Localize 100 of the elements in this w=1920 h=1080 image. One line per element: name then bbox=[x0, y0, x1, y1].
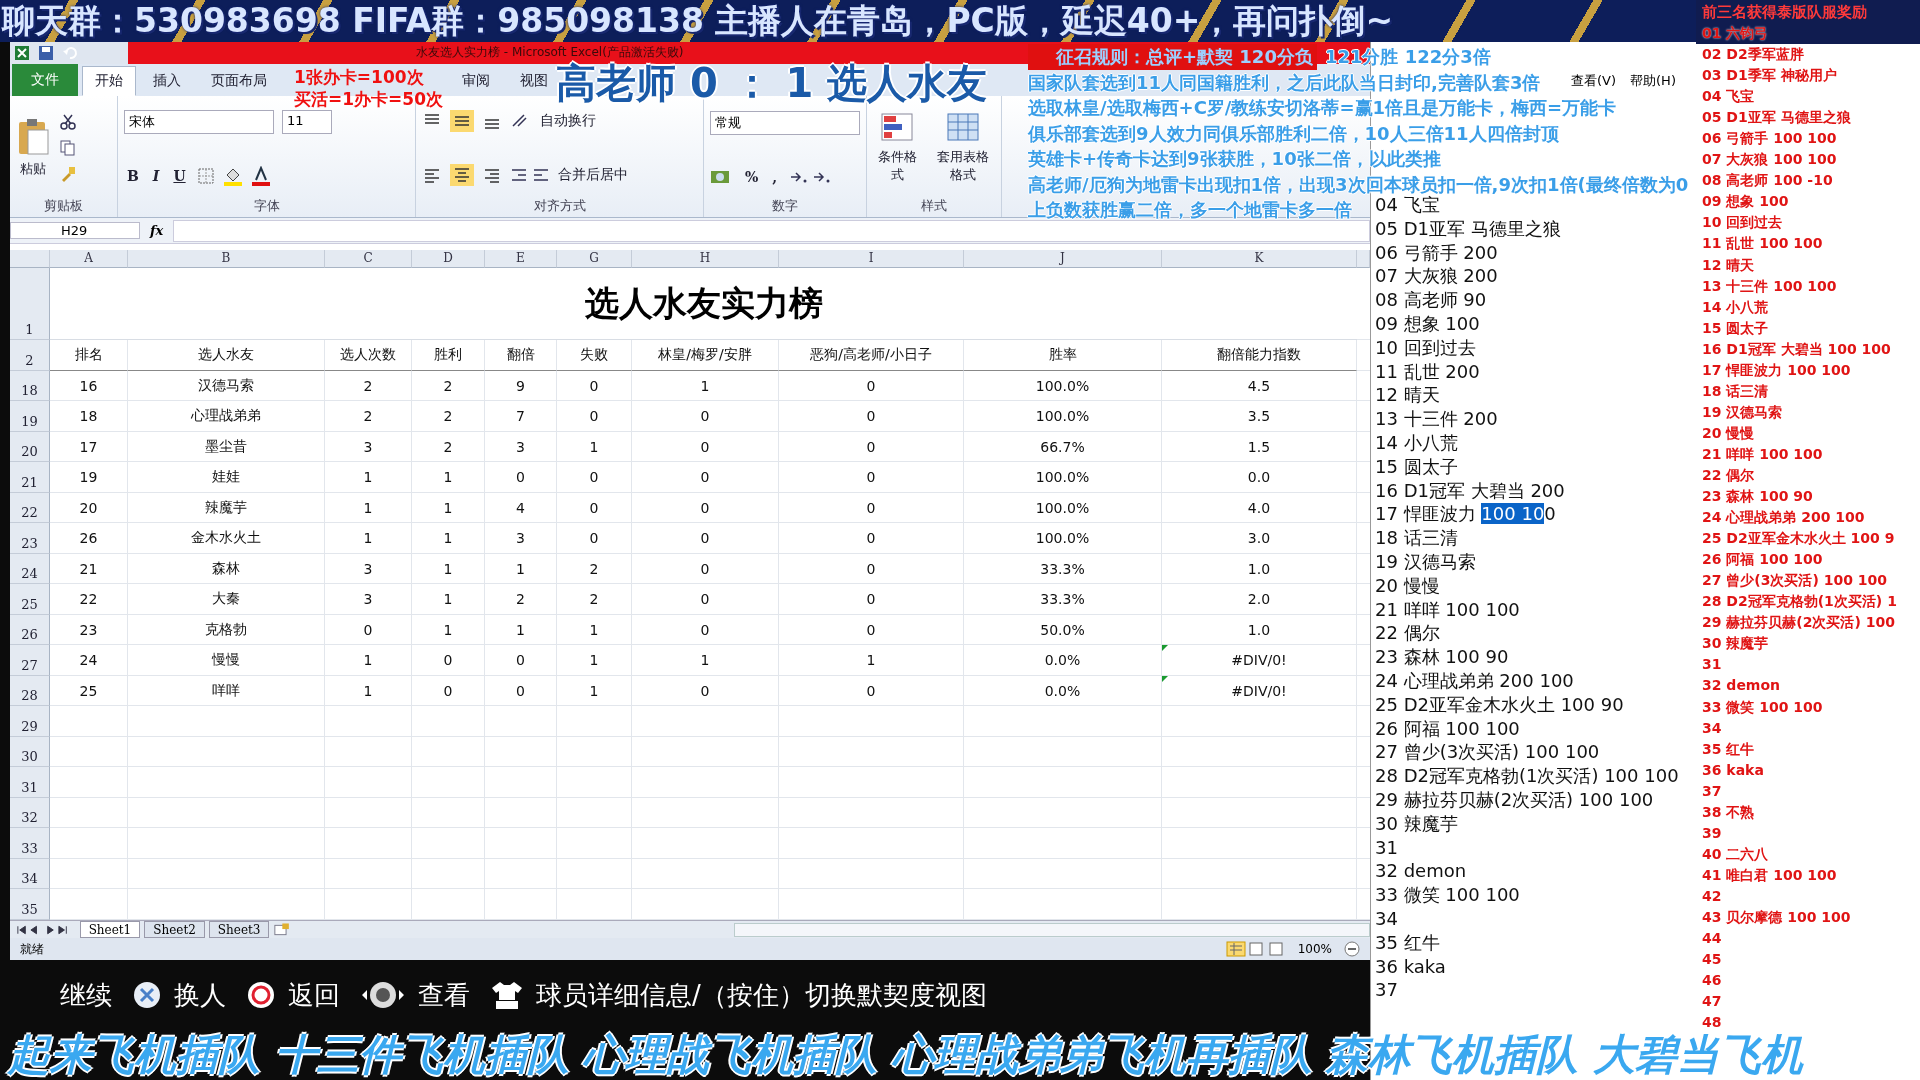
column-header[interactable]: A bbox=[50, 250, 128, 269]
reward-entry: 39 bbox=[1702, 823, 1723, 843]
table-cell: 0 bbox=[632, 492, 779, 524]
text-line: 24 心理战弟弟 200 100 bbox=[1375, 668, 1575, 693]
row-number[interactable]: 30 bbox=[10, 736, 50, 768]
align-right-icon[interactable] bbox=[482, 166, 502, 185]
save-icon[interactable] bbox=[38, 44, 54, 61]
paste-label[interactable]: 粘贴 bbox=[20, 160, 46, 179]
table-cell: 33.3% bbox=[964, 553, 1162, 585]
align-center-icon[interactable] bbox=[450, 164, 474, 187]
column-header[interactable]: G bbox=[557, 250, 632, 269]
table-cell: 2.0 bbox=[1162, 584, 1357, 615]
wrap-text-button[interactable]: 自动换行 bbox=[540, 112, 596, 131]
table-cell: 9 bbox=[485, 370, 557, 402]
table-cell: 0 bbox=[485, 462, 557, 493]
column-header[interactable]: E bbox=[485, 250, 557, 269]
table-cell: 2 bbox=[325, 370, 412, 402]
row-number[interactable]: 25 bbox=[10, 584, 50, 615]
row-number[interactable]: 21 bbox=[10, 462, 50, 493]
merge-center-button[interactable]: 合并后居中 bbox=[558, 166, 628, 185]
table-cell: 1 bbox=[325, 645, 412, 676]
ribbon-tab[interactable]: 审阅 bbox=[449, 65, 503, 96]
view-mode-icon[interactable] bbox=[1225, 941, 1286, 958]
column-header[interactable]: H bbox=[632, 250, 779, 269]
header-cell: 选人次数 bbox=[325, 340, 412, 371]
font-dropdown[interactable]: 宋体 bbox=[124, 110, 274, 135]
row-number[interactable]: 22 bbox=[10, 492, 50, 524]
column-header[interactable]: B bbox=[128, 250, 325, 269]
function-button[interactable]: fx bbox=[150, 223, 164, 239]
row-number[interactable]: 29 bbox=[10, 706, 50, 737]
fill-color-icon[interactable] bbox=[222, 166, 243, 187]
sheet-tab[interactable]: Sheet3 bbox=[208, 921, 270, 939]
zoom-out-icon[interactable] bbox=[1344, 941, 1360, 958]
horizontal-scrollbar[interactable] bbox=[734, 922, 1370, 937]
row-number[interactable]: 19 bbox=[10, 401, 50, 432]
row-number[interactable]: 2 bbox=[10, 340, 50, 371]
number-format-dropdown[interactable]: 常规 bbox=[710, 110, 860, 135]
row-number[interactable]: 31 bbox=[10, 767, 50, 798]
reward-entry: 24 心理战弟弟 200 100 bbox=[1702, 508, 1866, 528]
format-button[interactable]: I bbox=[149, 168, 163, 185]
menu-item[interactable]: 帮助(H) bbox=[1630, 72, 1676, 90]
table-cell: 4.5 bbox=[1162, 370, 1357, 402]
font-size-dropdown[interactable]: 11 bbox=[282, 110, 332, 135]
sheet-title: 选人水友实力榜 bbox=[584, 281, 823, 325]
rule-line: 高老师/厄狗为地雷卡出现扣1倍，出现3次回本球员扣一倍,9次扣1倍(最终倍数为0 bbox=[1028, 172, 1689, 196]
sheet-tab[interactable]: Sheet2 bbox=[144, 921, 205, 939]
text-line: 33 微笑 100 100 bbox=[1375, 883, 1521, 907]
name-box[interactable]: H29 bbox=[10, 222, 140, 240]
table-cell: 4.0 bbox=[1162, 492, 1357, 524]
group-label: 数字 bbox=[771, 196, 799, 215]
ribbon-tab[interactable]: 开始 bbox=[82, 65, 136, 96]
row-number[interactable]: 26 bbox=[10, 614, 50, 646]
table-cell: 3 bbox=[325, 553, 412, 585]
text-line: 13 十三件 200 bbox=[1375, 407, 1499, 431]
reward-entry: 46 bbox=[1702, 971, 1723, 991]
sheet-tab[interactable]: Sheet1 bbox=[79, 921, 141, 939]
row-number[interactable]: 27 bbox=[10, 645, 50, 676]
row-number[interactable]: 1 bbox=[10, 268, 50, 341]
row-number[interactable]: 28 bbox=[10, 675, 50, 707]
format-button[interactable]: U bbox=[170, 168, 189, 185]
column-header[interactable]: D bbox=[412, 250, 485, 269]
row-number[interactable]: 33 bbox=[10, 828, 50, 859]
clipboard-icon[interactable] bbox=[16, 118, 50, 157]
row-number[interactable]: 24 bbox=[10, 553, 50, 585]
conditional-format-icon[interactable] bbox=[880, 112, 914, 143]
column-header[interactable]: C bbox=[325, 250, 412, 269]
table-format-button[interactable]: 套用表格格式 bbox=[931, 148, 995, 185]
conditional-format-button[interactable]: 条件格式 bbox=[873, 148, 921, 185]
row-number[interactable]: 35 bbox=[10, 889, 50, 920]
column-header[interactable]: I bbox=[779, 250, 964, 269]
scissors-icon[interactable] bbox=[60, 114, 76, 131]
group-label: 字体 bbox=[252, 196, 281, 215]
hint-label: 查看 bbox=[418, 978, 470, 1012]
table-format-icon[interactable] bbox=[946, 112, 980, 143]
font-color-icon[interactable] bbox=[250, 166, 271, 187]
row-number[interactable]: 20 bbox=[10, 431, 50, 463]
row-number[interactable]: 18 bbox=[10, 370, 50, 402]
number-format-button[interactable]: , bbox=[769, 168, 781, 185]
table-cell: 1 bbox=[485, 553, 557, 585]
table-cell: 1 bbox=[557, 431, 632, 463]
ribbon-tab[interactable]: 插入 bbox=[140, 65, 194, 96]
table-cell: 1.0 bbox=[1162, 553, 1357, 585]
column-header[interactable]: J bbox=[964, 250, 1162, 269]
ribbon-tab[interactable]: 文件 bbox=[12, 63, 78, 96]
format-button[interactable]: B bbox=[124, 168, 142, 185]
align-left-icon[interactable] bbox=[422, 166, 442, 185]
text-line: 25 D2亚军金木水火土 100 90 bbox=[1375, 692, 1625, 717]
table-cell: 0 bbox=[779, 431, 964, 463]
table-cell bbox=[485, 828, 557, 859]
copy-icon[interactable] bbox=[60, 140, 76, 157]
number-format-button[interactable]: % bbox=[742, 168, 762, 185]
zoom-level[interactable]: 100% bbox=[1297, 942, 1332, 957]
align-middle-icon[interactable] bbox=[450, 110, 474, 133]
column-header[interactable]: K bbox=[1162, 250, 1357, 269]
new-sheet-icon[interactable] bbox=[273, 922, 291, 937]
row-number[interactable]: 34 bbox=[10, 858, 50, 890]
menu-item[interactable]: 查看(V) bbox=[1571, 72, 1617, 90]
ribbon-tab[interactable]: 页面布局 bbox=[198, 65, 280, 96]
row-number[interactable]: 23 bbox=[10, 523, 50, 554]
row-number[interactable]: 32 bbox=[10, 797, 50, 829]
